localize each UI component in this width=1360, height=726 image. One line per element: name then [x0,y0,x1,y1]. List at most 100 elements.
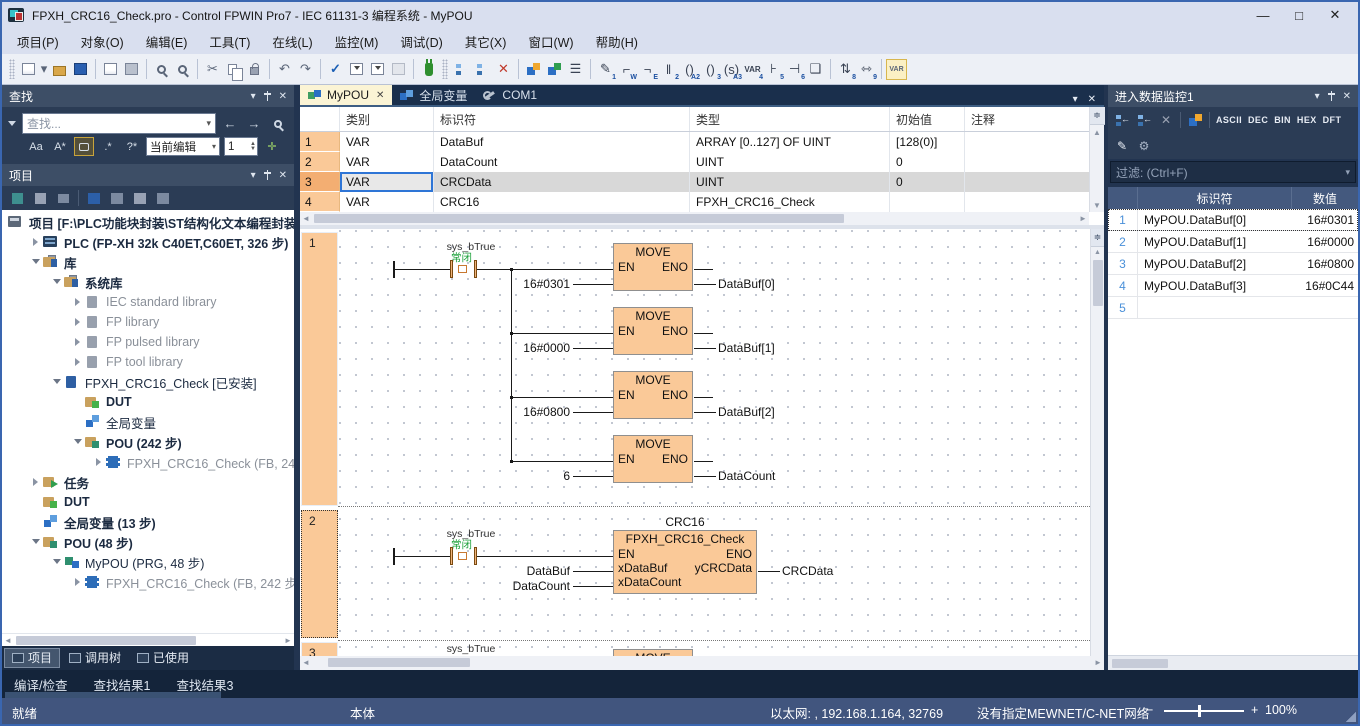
tab-compile-check[interactable]: 编译/检查 [14,675,67,694]
search-scope-select[interactable]: 当前编辑 ▾ [146,137,220,156]
ladder-editor[interactable]: 1 2 3 sys_bTrue 常闭 [300,229,1104,656]
variable-table-hscrollbar[interactable]: ◄ ► [300,212,1089,225]
block-output-var[interactable]: DataBuf[2] [718,405,775,419]
contact-label[interactable]: sys_bTrue [433,643,509,655]
tree-item-fp-library[interactable]: FP library [2,312,294,332]
menu-other[interactable]: 其它(X) [454,28,518,54]
ladder-contact-e-icon[interactable]: ¬E [637,59,658,80]
panel-close-icon[interactable]: ✕ [279,91,287,102]
project-tree-hscrollbar[interactable]: ◄ ► [2,633,294,646]
block-input-var[interactable]: DataBuf [480,564,570,578]
filter-dropdown-icon[interactable]: ▾ [1345,167,1350,178]
pin-icon[interactable] [264,170,271,180]
find-prev-icon[interactable]: ← [220,114,240,134]
block-input-var[interactable]: DataCount [480,579,570,593]
ladder-coil-s-icon[interactable]: (s)A3 [721,59,742,80]
expand-tree-icon[interactable] [9,190,25,206]
online-mode-icon[interactable] [418,59,439,80]
resize-grip[interactable] [1346,712,1356,722]
variable-row-selected[interactable]: 3 VAR CRCData UINT 0 [300,172,1089,192]
insert-var-before-icon[interactable] [1114,112,1130,128]
move-block[interactable]: MOVE [613,649,693,656]
format-dec-button[interactable]: DEC [1248,115,1268,125]
block-input-value[interactable]: 6 [480,469,570,483]
block-output-var[interactable]: DataBuf[0] [718,277,775,291]
monitor-row[interactable]: 2MyPOU.DataBuf[1]16#0000 [1108,231,1358,253]
monitor-hscrollbar[interactable] [1108,655,1358,670]
search-icon[interactable] [268,114,288,134]
maximize-button[interactable]: □ [1282,4,1316,26]
variable-row[interactable]: 4 VAR CRC16 FPXH_CRC16_Check [300,192,1089,212]
tree-item-system-library[interactable]: 系统库 [2,272,294,292]
compile-all-icon[interactable] [388,59,409,80]
tree-item-pou[interactable]: POU (48 步) [2,532,294,552]
search-count-input[interactable]: 1 ▲▼ [224,137,258,156]
variable-row[interactable]: 2 VAR DataCount UINT 0 [300,152,1089,172]
monitor-row[interactable]: 4MyPOU.DataBuf[3]16#0C44 [1108,275,1358,297]
window-layout-icon[interactable] [523,59,544,80]
tab-global-vars[interactable]: 全局变量 [392,85,475,105]
move-block[interactable]: MOVE ENENO [613,435,693,483]
tree-item-global-vars[interactable]: 全局变量 (13 步) [2,512,294,532]
block-output-var[interactable]: DataBuf[1] [718,341,775,355]
pin-icon[interactable] [1328,91,1335,101]
new-dropdown-icon[interactable]: ▾ [39,59,49,80]
tab-call-tree[interactable]: 调用树 [62,648,128,668]
edit-object-icon[interactable] [109,190,125,206]
close-button[interactable]: ✕ [1318,4,1352,26]
new-project-icon[interactable] [18,59,39,80]
search-comments-button[interactable] [74,137,94,156]
tab-com1[interactable]: COM1 [475,85,545,105]
ladder-coil-icon[interactable]: ()3 [700,59,721,80]
insert-col-icon[interactable]: ⇿9 [856,59,877,80]
monitor-pou-icon[interactable] [472,59,493,80]
preview-object-icon[interactable] [132,190,148,206]
connect-blocks-icon[interactable] [544,59,565,80]
tree-item-tasks[interactable]: 任务 [2,472,294,492]
menu-window[interactable]: 窗口(W) [517,28,584,54]
ladder-pencil-icon[interactable]: ✎1 [595,59,616,80]
compile-download-icon[interactable] [346,59,367,80]
monitor-vars-icon[interactable] [451,59,472,80]
tab-find-results-1[interactable]: 查找结果1 [93,675,150,694]
check-code-icon[interactable]: ✓ [325,59,346,80]
menu-object[interactable]: 对象(O) [70,28,135,54]
pin-icon[interactable] [264,91,271,101]
menu-tools[interactable]: 工具(T) [198,28,261,54]
tree-item-plc[interactable]: PLC (FP-XH 32k C40ET,C60ET, 326 步) [2,232,294,252]
monitor-row[interactable]: 3MyPOU.DataBuf[2]16#0800 [1108,253,1358,275]
page-setup-icon[interactable] [100,59,121,80]
move-block[interactable]: MOVE ENENO [613,243,693,291]
minimize-button[interactable]: — [1246,4,1280,26]
cut-icon[interactable]: ✂ [202,59,223,80]
find-next-icon[interactable]: → [244,114,264,134]
splitter-icon[interactable]: ≑ [1090,107,1105,125]
tree-item-iec-standard-library[interactable]: IEC standard library [2,292,294,312]
tree-item-lib-dut[interactable]: DUT [2,392,294,412]
delete-object-icon[interactable] [155,190,171,206]
tab-list-icon[interactable]: ▾ [1073,94,1078,105]
tab-used[interactable]: 已使用 [130,648,196,668]
zoom-in-button[interactable]: + [1251,703,1258,717]
zoom-out-button[interactable]: − [1146,703,1153,717]
tree-item-dut[interactable]: DUT [2,492,294,512]
ladder-right-pwr-icon[interactable]: ⊣6 [784,59,805,80]
whole-word-button[interactable]: A* [50,137,70,156]
tree-item-fp-tool-library[interactable]: FP tool library [2,352,294,372]
move-block[interactable]: MOVE ENENO [613,371,693,419]
panel-menu-icon[interactable]: ▾ [1315,91,1320,102]
format-bin-button[interactable]: BIN [1274,115,1291,125]
block-input-value[interactable]: 16#0800 [480,405,570,419]
panel-menu-icon[interactable]: ▾ [251,91,256,102]
tree-item-library[interactable]: 库 [2,252,294,272]
tab-close-icon[interactable]: ✕ [376,90,384,101]
tab-project[interactable]: 项目 [4,648,60,668]
tree-item-fp-pulsed-library[interactable]: FP pulsed library [2,332,294,352]
menu-edit[interactable]: 编辑(E) [135,28,199,54]
tree-item-lib-pou[interactable]: POU (242 步) [2,432,294,452]
settings-gear-icon[interactable]: ⚙ [1136,138,1152,154]
menu-help[interactable]: 帮助(H) [585,28,649,54]
panel-close-icon[interactable]: ✕ [1343,91,1351,102]
save-project-icon[interactable] [70,59,91,80]
layout-icon[interactable] [1187,112,1203,128]
